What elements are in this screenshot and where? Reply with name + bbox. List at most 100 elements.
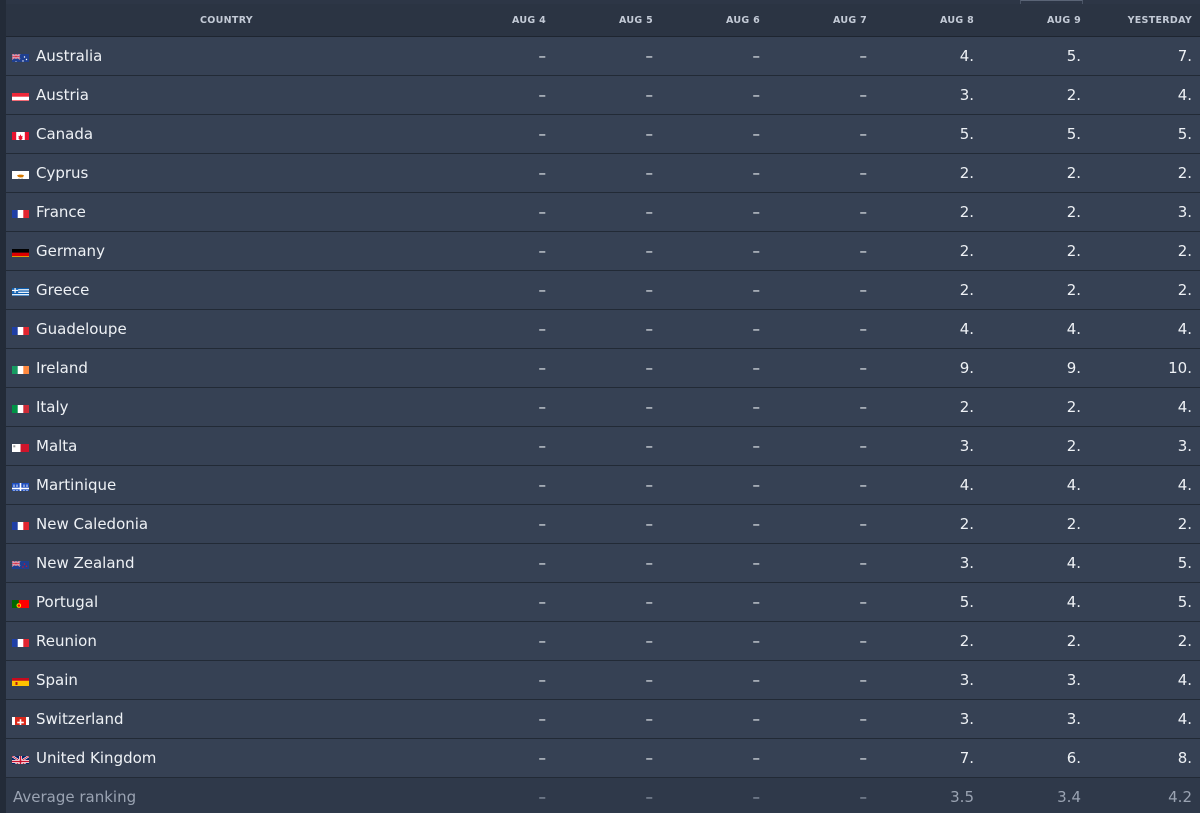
country-name: New Caledonia bbox=[36, 515, 149, 533]
table-row[interactable]: New Zealand – – – –3. 4. 5. bbox=[6, 543, 1200, 583]
rank-cell-aug-5: – bbox=[554, 114, 661, 154]
rank-cell-aug-4: – bbox=[447, 699, 554, 739]
rank-cell-aug-4: – bbox=[447, 348, 554, 388]
rank-cell-aug-5: – bbox=[554, 348, 661, 388]
table-row[interactable]: Spain – – – –3. 3. 4. bbox=[6, 660, 1200, 700]
table-row[interactable]: Martinique – – – –4. 4. 4. bbox=[6, 465, 1200, 505]
rank-cell-aug-7: – bbox=[768, 738, 875, 778]
table-row[interactable]: Canada – – – –5. 5. 5. bbox=[6, 114, 1200, 154]
rank-cell-yesterday: 4. bbox=[1089, 465, 1200, 505]
rank-cell-aug-6: – bbox=[661, 387, 768, 427]
column-header-aug-7[interactable]: AUG 7 bbox=[768, 4, 875, 37]
country-cell: Canada bbox=[6, 114, 447, 154]
table-row[interactable]: Austria – – – –3. 2. 4. bbox=[6, 75, 1200, 115]
country-name: Germany bbox=[36, 242, 105, 260]
country-name: France bbox=[36, 203, 86, 221]
ranking-table-panel: COUNTRY AUG 4 AUG 5 AUG 6 AUG 7 AUG 8 AU… bbox=[0, 0, 1200, 813]
country-cell: Italy bbox=[6, 387, 447, 427]
rank-cell-aug-5: – bbox=[554, 699, 661, 739]
column-header-yesterday[interactable]: YESTERDAY bbox=[1089, 4, 1200, 37]
average-value-aug-5: – bbox=[554, 777, 661, 813]
rank-cell-aug-9: 2. bbox=[982, 192, 1089, 232]
rank-cell-aug-8: 3. bbox=[875, 426, 982, 466]
column-header-aug-6[interactable]: AUG 6 bbox=[661, 4, 768, 37]
rank-cell-aug-8: 2. bbox=[875, 231, 982, 271]
table-row[interactable]: Malta – – – –3. 2. 3. bbox=[6, 426, 1200, 466]
rank-cell-aug-7: – bbox=[768, 153, 875, 193]
table-row[interactable]: United Kingdom – – – –7. 6. 8. bbox=[6, 738, 1200, 778]
country-name: Italy bbox=[36, 398, 69, 416]
country-cell: Cyprus bbox=[6, 153, 447, 193]
country-cell: France bbox=[6, 192, 447, 232]
rank-cell-aug-8: 3. bbox=[875, 699, 982, 739]
table-row[interactable]: Ireland – – – –9. 9. 10. bbox=[6, 348, 1200, 388]
country-name: Cyprus bbox=[36, 164, 89, 182]
rank-cell-aug-5: – bbox=[554, 270, 661, 310]
spain-flag-icon bbox=[12, 675, 29, 686]
rank-cell-aug-7: – bbox=[768, 270, 875, 310]
rank-cell-aug-9: 4. bbox=[982, 465, 1089, 505]
column-header-aug-9[interactable]: AUG 9 bbox=[982, 4, 1089, 37]
rank-cell-aug-8: 3. bbox=[875, 543, 982, 583]
rank-cell-aug-4: – bbox=[447, 309, 554, 349]
average-value-aug-7: – bbox=[768, 777, 875, 813]
table-row[interactable]: Cyprus – – – –2. 2. 2. bbox=[6, 153, 1200, 193]
rank-cell-aug-9: 2. bbox=[982, 387, 1089, 427]
table-row[interactable]: Greece – – – –2. 2. 2. bbox=[6, 270, 1200, 310]
rank-cell-aug-4: – bbox=[447, 387, 554, 427]
table-row[interactable]: New Caledonia – – – –2. 2. 2. bbox=[6, 504, 1200, 544]
rank-cell-aug-9: 3. bbox=[982, 660, 1089, 700]
rank-cell-aug-4: – bbox=[447, 504, 554, 544]
australia-flag-icon bbox=[12, 51, 29, 62]
table-row[interactable]: Australia – – – –4. 5. 7. bbox=[6, 36, 1200, 76]
rank-cell-aug-6: – bbox=[661, 153, 768, 193]
column-header-aug-8[interactable]: AUG 8 bbox=[875, 4, 982, 37]
rank-cell-aug-7: – bbox=[768, 75, 875, 115]
rank-cell-aug-9: 6. bbox=[982, 738, 1089, 778]
country-name: United Kingdom bbox=[36, 749, 157, 767]
rank-cell-aug-8: 4. bbox=[875, 309, 982, 349]
rank-cell-aug-6: – bbox=[661, 426, 768, 466]
table-row[interactable]: Italy – – – –2. 2. 4. bbox=[6, 387, 1200, 427]
country-cell: United Kingdom bbox=[6, 738, 447, 778]
rank-cell-aug-5: – bbox=[554, 309, 661, 349]
country-cell: Guadeloupe bbox=[6, 309, 447, 349]
table-row[interactable]: Switzerland – – – –3. 3. 4. bbox=[6, 699, 1200, 739]
column-header-aug-4[interactable]: AUG 4 bbox=[447, 4, 554, 37]
rank-cell-aug-6: – bbox=[661, 504, 768, 544]
guadeloupe-flag-icon bbox=[12, 324, 29, 335]
country-name: Austria bbox=[36, 86, 89, 104]
rank-cell-aug-8: 4. bbox=[875, 36, 982, 76]
table-row[interactable]: Reunion – – – –2. 2. 2. bbox=[6, 621, 1200, 661]
table-row[interactable]: Germany – – – –2. 2. 2. bbox=[6, 231, 1200, 271]
rank-cell-aug-7: – bbox=[768, 621, 875, 661]
malta-flag-icon bbox=[12, 441, 29, 452]
rank-cell-yesterday: 2. bbox=[1089, 621, 1200, 661]
martinique-flag-icon bbox=[12, 480, 29, 491]
rank-cell-aug-4: – bbox=[447, 426, 554, 466]
column-header-aug-5[interactable]: AUG 5 bbox=[554, 4, 661, 37]
table-row[interactable]: Guadeloupe – – – –4. 4. 4. bbox=[6, 309, 1200, 349]
country-cell: Reunion bbox=[6, 621, 447, 661]
rank-cell-aug-8: 5. bbox=[875, 114, 982, 154]
table-row[interactable]: France – – – –2. 2. 3. bbox=[6, 192, 1200, 232]
rank-cell-aug-8: 2. bbox=[875, 270, 982, 310]
rank-cell-aug-9: 3. bbox=[982, 699, 1089, 739]
ireland-flag-icon bbox=[12, 363, 29, 374]
column-header-country[interactable]: COUNTRY bbox=[6, 4, 447, 37]
rank-cell-aug-6: – bbox=[661, 738, 768, 778]
rank-cell-aug-7: – bbox=[768, 543, 875, 583]
rank-cell-aug-5: – bbox=[554, 660, 661, 700]
rank-cell-aug-7: – bbox=[768, 660, 875, 700]
rank-cell-aug-5: – bbox=[554, 465, 661, 505]
table-header-row: COUNTRY AUG 4 AUG 5 AUG 6 AUG 7 AUG 8 AU… bbox=[6, 4, 1200, 37]
france-flag-icon bbox=[12, 207, 29, 218]
table-row[interactable]: Portugal – – – –5. 4. 5. bbox=[6, 582, 1200, 622]
country-cell: Portugal bbox=[6, 582, 447, 622]
country-cell: New Caledonia bbox=[6, 504, 447, 544]
rank-cell-aug-9: 2. bbox=[982, 75, 1089, 115]
country-cell: Greece bbox=[6, 270, 447, 310]
rank-cell-aug-4: – bbox=[447, 465, 554, 505]
country-cell: Australia bbox=[6, 36, 447, 76]
rank-cell-aug-5: – bbox=[554, 738, 661, 778]
